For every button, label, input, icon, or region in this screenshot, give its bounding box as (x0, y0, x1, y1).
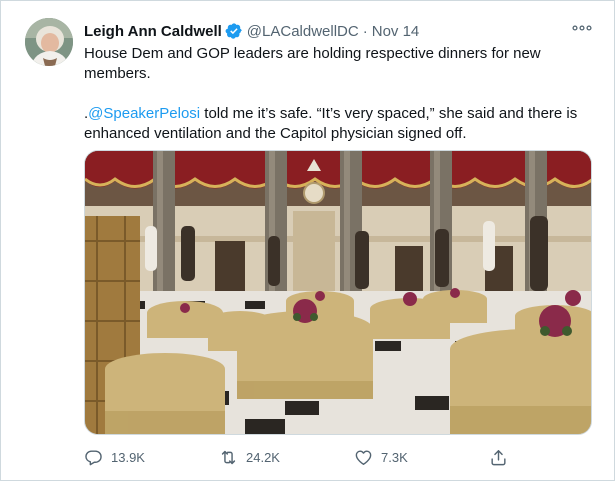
tweet-text-line1: House Dem and GOP leaders are holding re… (84, 45, 541, 82)
tweet-photo[interactable] (84, 150, 592, 435)
photo-statuary-hall (85, 151, 591, 434)
mention-link[interactable]: @SpeakerPelosi (88, 105, 200, 122)
reply-button[interactable]: 13.9K (84, 446, 145, 468)
tweet-card[interactable]: Leigh Ann Caldwell @LACaldwellDC · Nov 1… (0, 0, 615, 481)
tweet-text: House Dem and GOP leaders are holding re… (84, 44, 594, 144)
tweet-date[interactable]: Nov 14 (372, 23, 420, 40)
tweet-text-paragraph2: .@SpeakerPelosi told me it’s safe. “It’s… (84, 104, 594, 144)
verified-badge-icon (225, 23, 242, 39)
separator-dot: · (362, 22, 368, 40)
reply-count: 13.9K (111, 449, 145, 465)
avatar-image (25, 18, 73, 66)
author-name[interactable]: Leigh Ann Caldwell (84, 23, 222, 40)
avatar[interactable] (25, 18, 73, 66)
tweet-header: Leigh Ann Caldwell @LACaldwellDC · Nov 1… (84, 21, 419, 41)
like-count: 7.3K (381, 449, 408, 465)
retweet-icon (221, 450, 236, 464)
author-handle[interactable]: @LACaldwellDC (247, 23, 359, 40)
like-button[interactable]: 7.3K (354, 446, 408, 468)
retweet-count: 24.2K (246, 449, 280, 465)
more-options-icon[interactable] (572, 23, 592, 33)
reply-icon (85, 449, 102, 465)
share-button[interactable] (489, 446, 516, 468)
heart-icon (355, 449, 372, 465)
share-icon (491, 449, 506, 465)
tweet-actions: 13.9K 24.2K 7.3K (84, 446, 524, 468)
retweet-button[interactable]: 24.2K (219, 446, 280, 468)
